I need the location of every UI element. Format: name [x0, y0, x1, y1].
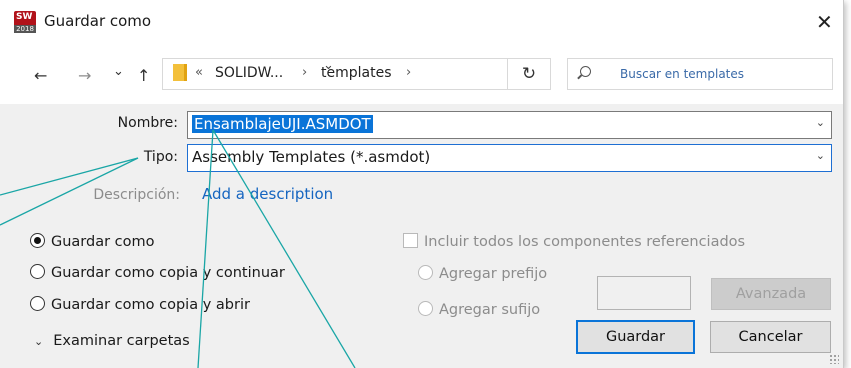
save-as-copy-continue-label: Guardar como copia y continuar — [51, 265, 285, 281]
file-type-select[interactable]: Assembly Templates (*.asmdot) ⌄ — [187, 144, 832, 172]
app-icon-text: SW — [16, 12, 33, 22]
type-label: Tipo: — [143, 149, 178, 165]
name-dropdown-icon[interactable]: ⌄ — [816, 116, 825, 129]
search-placeholder: Buscar en templates — [620, 67, 745, 81]
save-as-copy-open-label: Guardar como copia y abrir — [51, 297, 250, 313]
app-icon-year: 2018 — [14, 25, 36, 33]
search-icon — [580, 66, 591, 77]
add-prefix-label: Agregar prefijo — [439, 266, 548, 282]
path-overflow-icon[interactable]: « — [195, 65, 203, 80]
checkbox-icon — [403, 233, 418, 248]
address-bar[interactable]: « SOLIDW... › templates › — [162, 58, 508, 90]
save-button[interactable]: Guardar — [576, 320, 695, 354]
save-as-copy-continue-option[interactable]: Guardar como copia y continuar — [30, 264, 285, 281]
save-as-option[interactable]: Guardar como — [30, 233, 155, 250]
include-references-label: Incluir todos los componentes referencia… — [424, 234, 746, 250]
window-title: Guardar como — [44, 12, 152, 30]
folder-icon — [173, 64, 187, 81]
close-icon[interactable]: ✕ — [816, 10, 833, 34]
title-bar: SW 2018 Guardar como ✕ — [0, 0, 843, 44]
refresh-icon[interactable]: ↻ — [507, 58, 551, 90]
advanced-button[interactable]: Avanzada — [711, 278, 831, 310]
type-dropdown-icon[interactable]: ⌄ — [816, 149, 825, 162]
save-as-label: Guardar como — [51, 234, 155, 250]
add-suffix-option[interactable]: Agregar sufijo — [418, 301, 540, 318]
back-arrow-icon[interactable]: ← — [34, 66, 47, 85]
add-suffix-label: Agregar sufijo — [439, 302, 541, 318]
save-as-dialog: SW 2018 Guardar como ✕ ← → ⌄ ↑ « SOLIDW.… — [0, 0, 844, 368]
forward-arrow-icon[interactable]: → — [78, 66, 91, 85]
cancel-button[interactable]: Cancelar — [710, 321, 831, 353]
address-dropdown-icon[interactable]: ⌄ — [323, 58, 334, 73]
radio-selected-icon — [30, 233, 45, 248]
resize-grip-icon[interactable] — [829, 354, 839, 364]
solidworks-app-icon: SW 2018 — [14, 11, 36, 33]
file-name-field[interactable]: EnsamblajeUJI.ASMDOT ⌄ — [187, 111, 832, 139]
save-as-copy-open-option[interactable]: Guardar como copia y abrir — [30, 296, 250, 313]
radio-icon — [418, 301, 433, 316]
up-folder-arrow-icon[interactable]: ↑ — [137, 66, 150, 85]
navigation-bar: ← → ⌄ ↑ « SOLIDW... › templates › ⌄ ↻ Bu… — [0, 44, 843, 104]
chevron-down-icon: ⌄ — [34, 335, 44, 348]
recent-locations-icon[interactable]: ⌄ — [113, 64, 124, 79]
radio-icon — [30, 296, 45, 311]
breadcrumb-separator-icon[interactable]: › — [406, 65, 411, 80]
file-type-value: Assembly Templates (*.asmdot) — [192, 148, 431, 166]
breadcrumb-solidworks[interactable]: SOLIDW... — [215, 65, 283, 81]
prefix-suffix-input[interactable] — [597, 276, 691, 310]
radio-icon — [418, 265, 433, 280]
file-name-value: EnsamblajeUJI.ASMDOT — [192, 115, 373, 133]
search-box[interactable]: Buscar en templates — [567, 58, 833, 90]
add-description-link[interactable]: Add a description — [202, 185, 333, 203]
description-label: Descripción: — [93, 187, 180, 203]
include-references-checkbox[interactable]: Incluir todos los componentes referencia… — [403, 233, 745, 250]
add-prefix-option[interactable]: Agregar prefijo — [418, 265, 547, 282]
browse-folders-toggle[interactable]: ⌄ Examinar carpetas — [34, 333, 190, 349]
radio-icon — [30, 264, 45, 279]
breadcrumb-separator-icon[interactable]: › — [302, 65, 307, 80]
browse-folders-label: Examinar carpetas — [53, 333, 190, 349]
name-label: Nombre: — [117, 115, 178, 131]
